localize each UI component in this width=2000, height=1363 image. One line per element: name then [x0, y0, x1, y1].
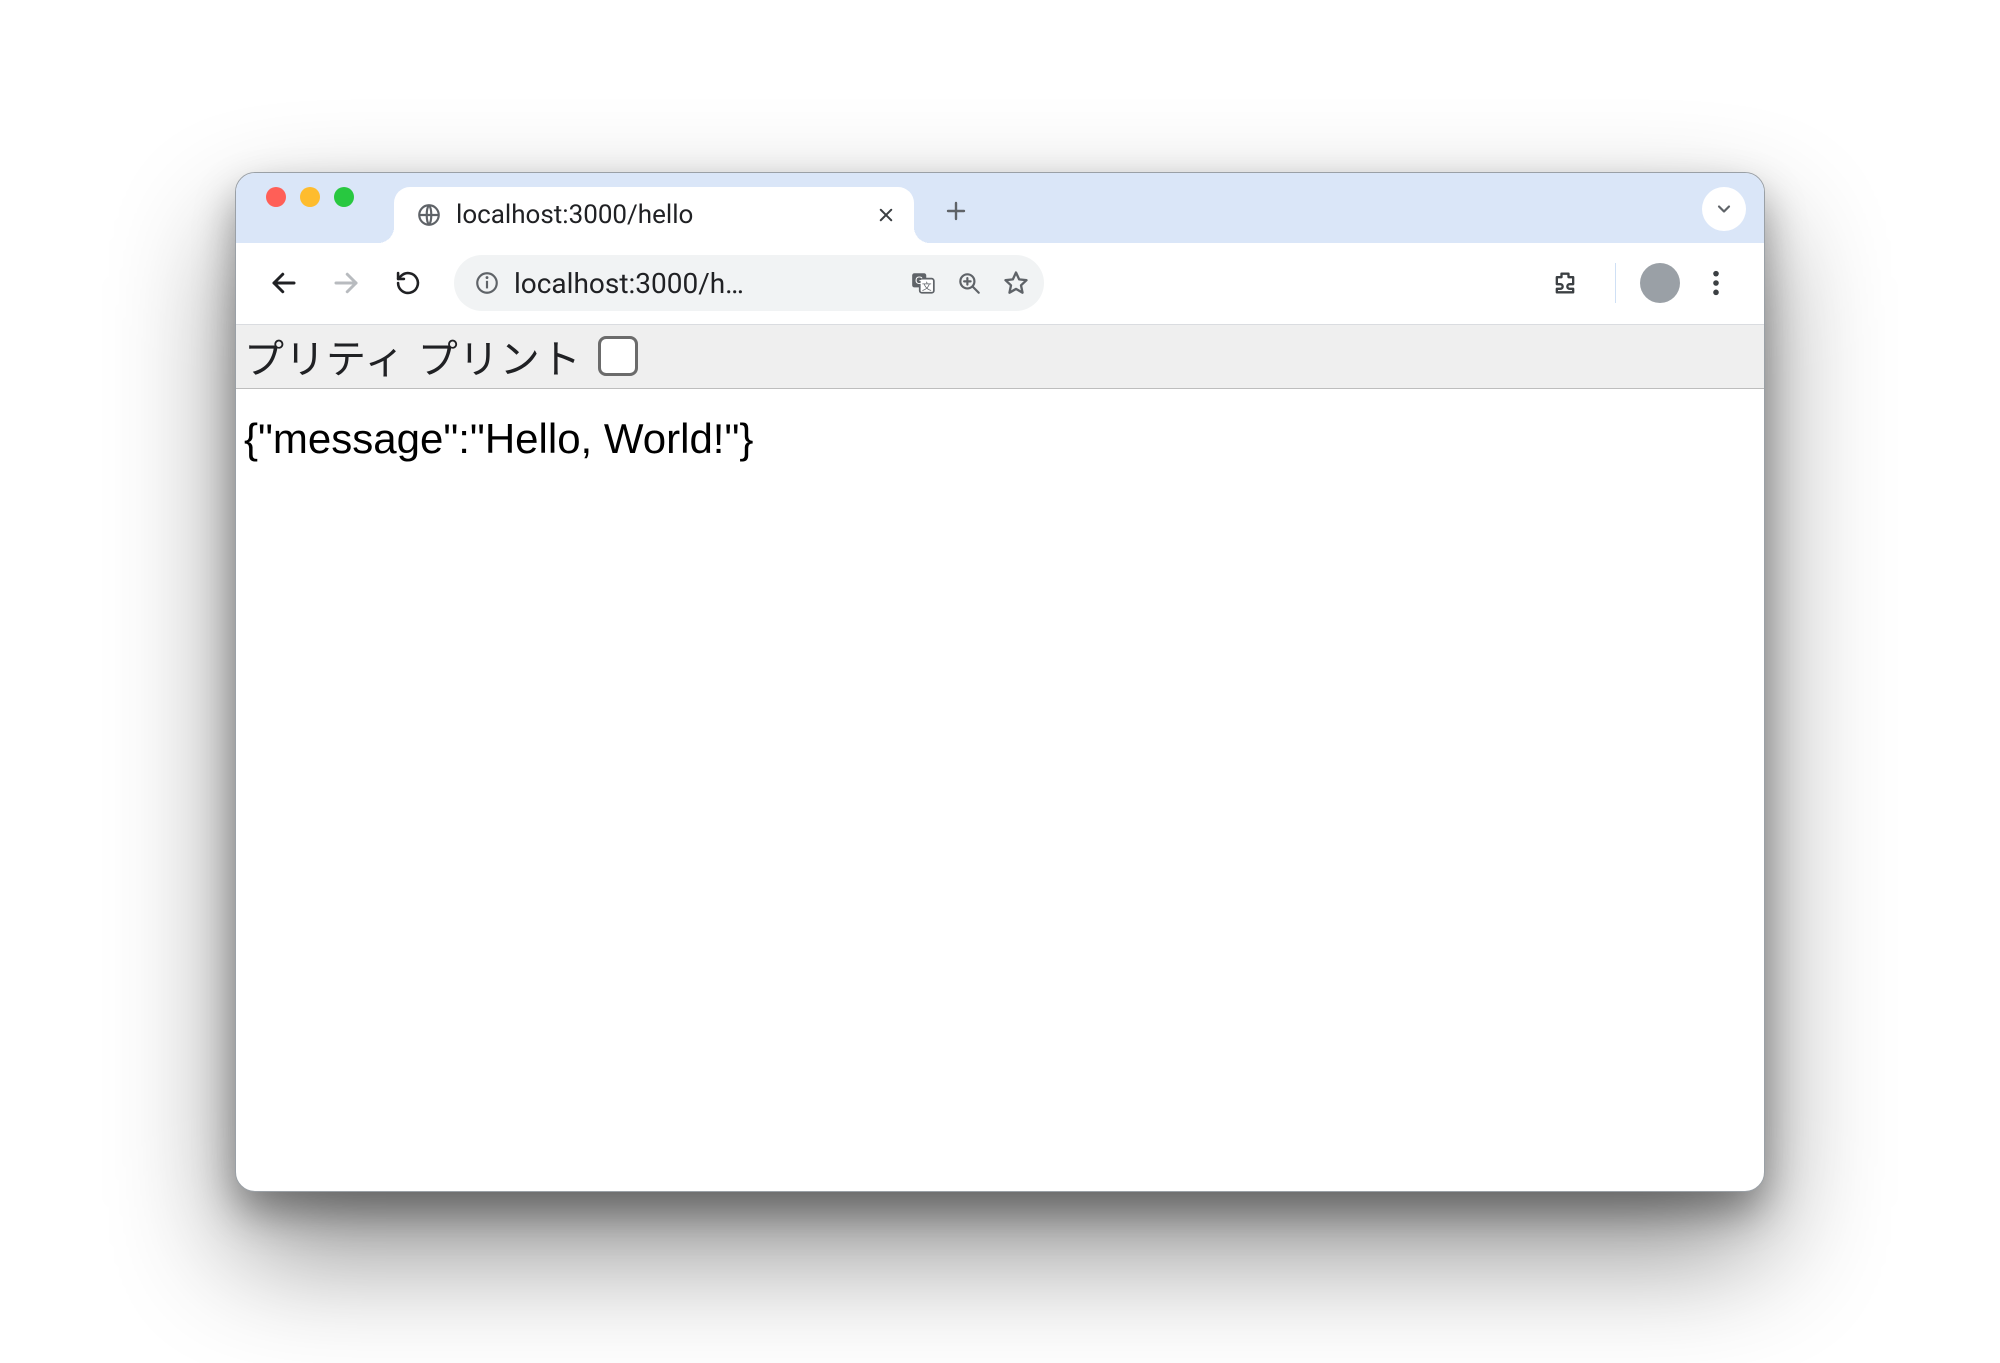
menu-button[interactable] [1690, 257, 1742, 309]
close-tab-button[interactable] [876, 205, 896, 225]
browser-window: localhost:3000/hello [235, 172, 1765, 1192]
globe-icon [416, 202, 442, 228]
browser-tab[interactable]: localhost:3000/hello [394, 187, 914, 243]
address-bar-text: localhost:3000/h… [514, 267, 896, 300]
tabs-dropdown-button[interactable] [1702, 187, 1746, 231]
page-content: {"message":"Hello, World!"} [236, 389, 1764, 489]
profile-avatar[interactable] [1640, 263, 1680, 303]
extensions-button[interactable] [1539, 257, 1591, 309]
pretty-print-bar: プリティ プリント [236, 325, 1764, 389]
zoom-icon[interactable] [956, 270, 982, 296]
bookmark-star-icon[interactable] [1002, 269, 1030, 297]
new-tab-button[interactable] [932, 187, 980, 235]
toolbar-separator [1615, 263, 1616, 303]
translate-icon[interactable]: G 文 [910, 270, 936, 296]
back-button[interactable] [258, 257, 310, 309]
address-bar[interactable]: localhost:3000/h… G 文 [454, 255, 1044, 311]
window-close-button[interactable] [266, 187, 286, 207]
reload-button[interactable] [382, 257, 434, 309]
window-controls [266, 173, 354, 243]
toolbar: localhost:3000/h… G 文 [236, 243, 1764, 325]
tab-strip: localhost:3000/hello [236, 173, 1764, 243]
svg-text:文: 文 [922, 280, 932, 293]
window-maximize-button[interactable] [334, 187, 354, 207]
pretty-print-checkbox[interactable] [598, 336, 638, 376]
window-minimize-button[interactable] [300, 187, 320, 207]
site-info-icon[interactable] [474, 270, 500, 296]
pretty-print-label: プリティ プリント [244, 327, 582, 385]
response-body-text: {"message":"Hello, World!"} [244, 415, 753, 462]
tab-title: localhost:3000/hello [456, 200, 862, 230]
forward-button[interactable] [320, 257, 372, 309]
